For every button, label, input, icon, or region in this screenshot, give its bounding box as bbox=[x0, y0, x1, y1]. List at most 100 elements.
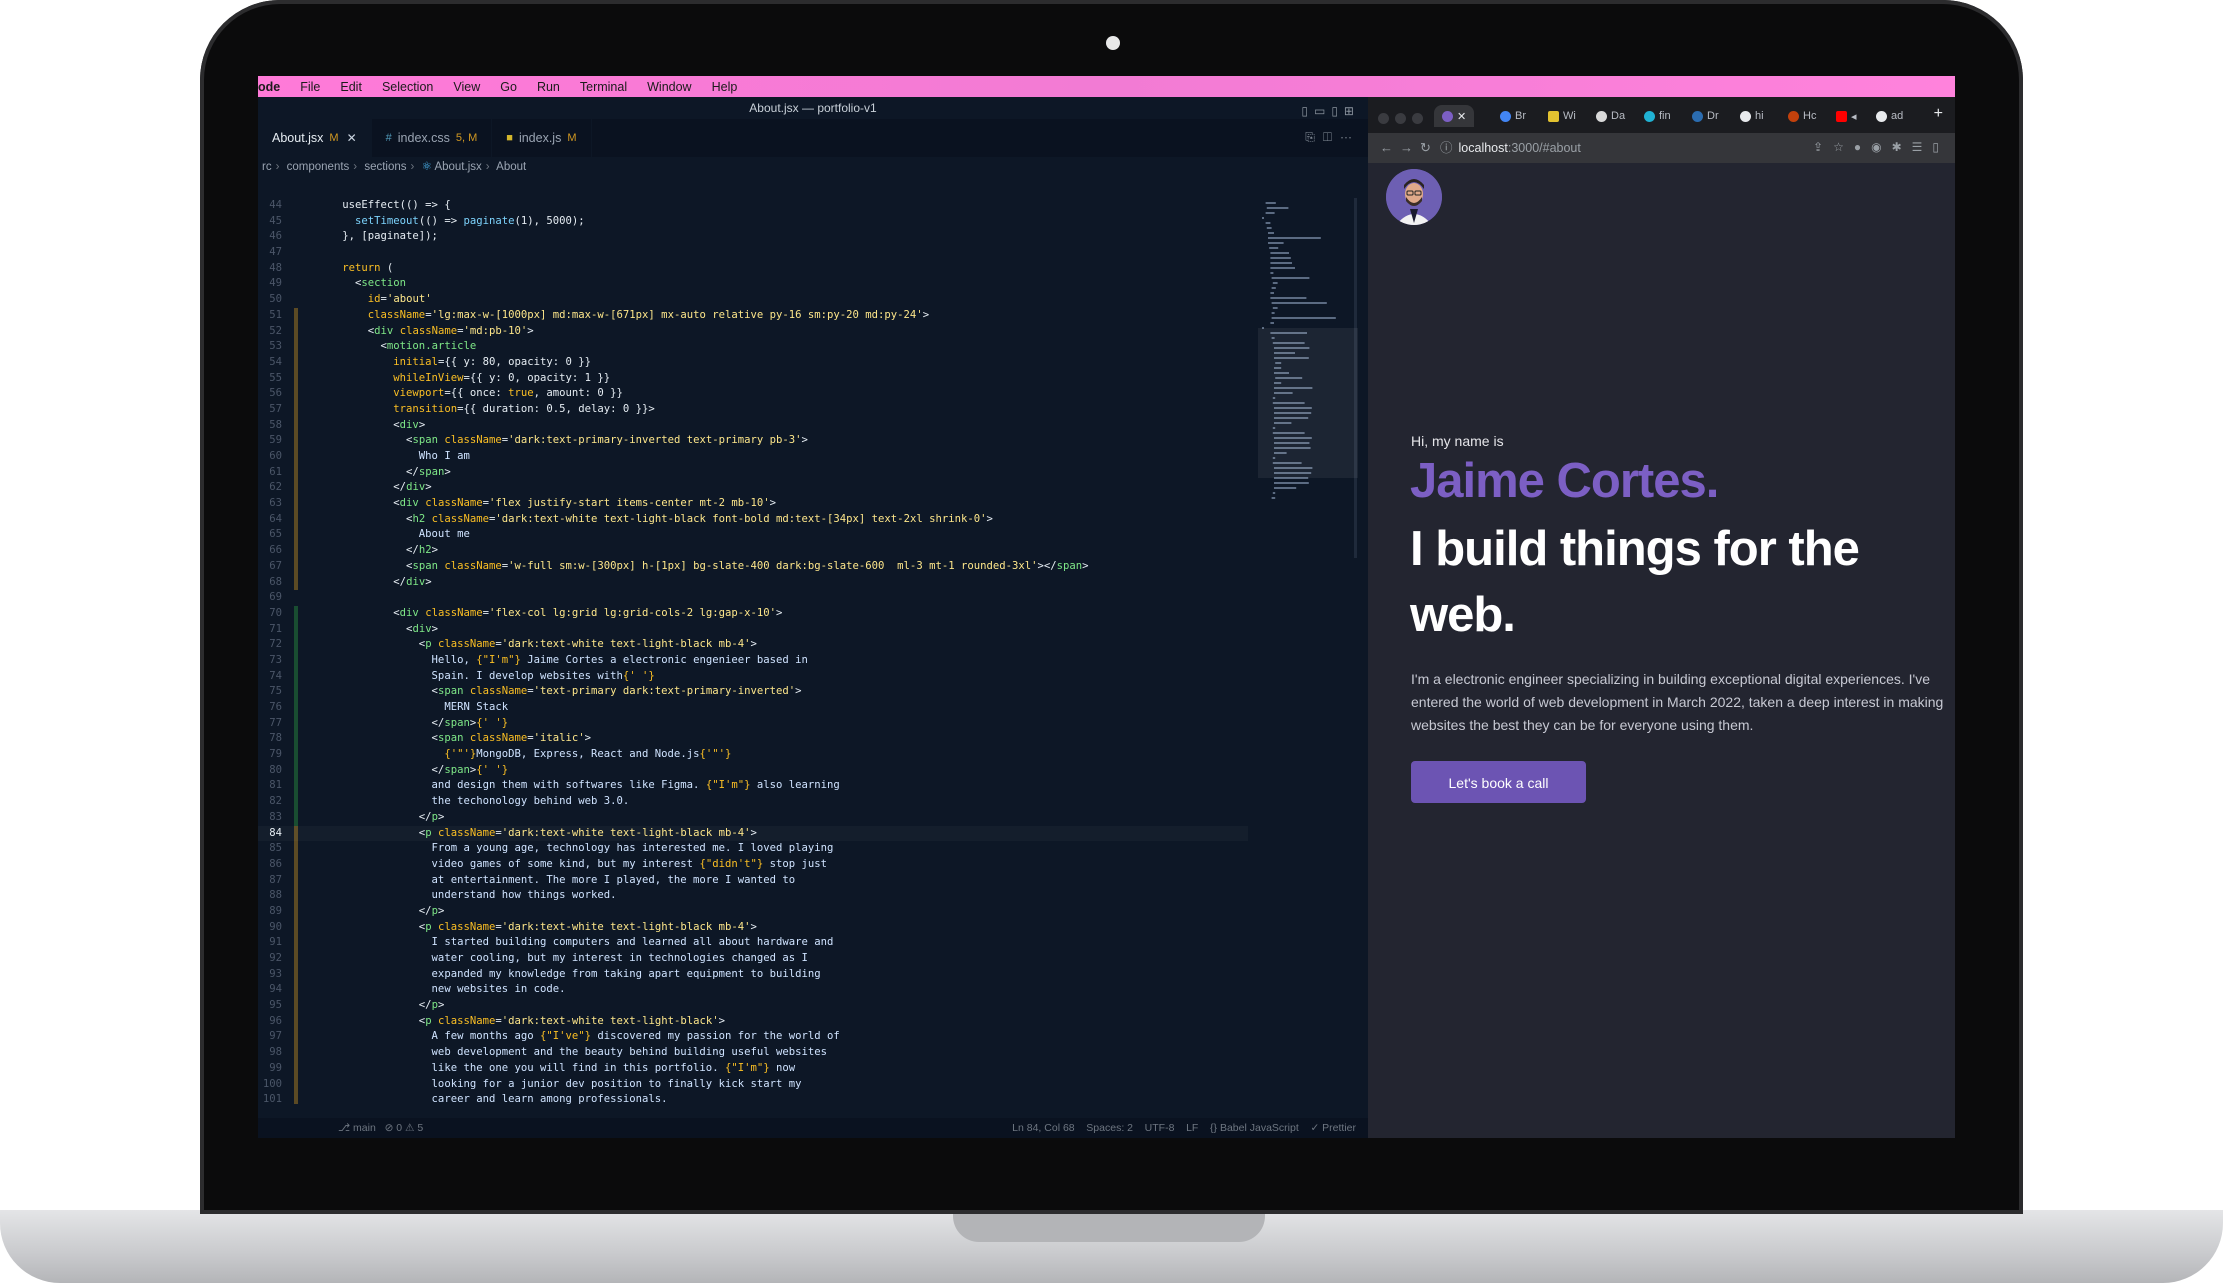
code-line[interactable]: 65 About me bbox=[258, 527, 1248, 544]
code-line[interactable]: 75 < span className ='text-primary dark:te… bbox=[258, 684, 1248, 700]
code-line[interactable]: 53 < motion.article bbox=[258, 339, 1248, 355]
code-line[interactable]: 47 bbox=[258, 245, 1248, 261]
code-line[interactable]: 54 initial ={{ y: 80, opacity: 0 }} bbox=[258, 354, 1248, 371]
code-line[interactable]: 87 at entertainment. The more I played, … bbox=[258, 872, 1248, 889]
menu-edit[interactable]: Edit bbox=[340, 80, 362, 94]
code-line[interactable]: 52 < div className ='md:pb-10' > bbox=[258, 323, 1248, 340]
browser-tab[interactable]: Dr bbox=[1692, 105, 1719, 127]
status-formatter[interactable]: ✓ Prettier bbox=[1310, 1122, 1356, 1134]
browser-tab[interactable]: ◂ bbox=[1836, 105, 1857, 127]
code-line[interactable]: 78 < span className ='italic' > bbox=[258, 731, 1248, 748]
code-line[interactable]: 64 < h2 className ='dark:text-white text-l… bbox=[258, 511, 1248, 528]
menubar-app-name[interactable]: ode bbox=[258, 80, 280, 94]
code-line[interactable]: 88 understand how things worked. bbox=[258, 888, 1248, 904]
code-line[interactable]: 71 < div > bbox=[258, 621, 1248, 638]
tab-index-css[interactable]: # index.css 5, M bbox=[372, 119, 493, 157]
code-line[interactable]: 50 id ='about' bbox=[258, 292, 1248, 308]
status-spaces[interactable]: Spaces: 2 bbox=[1086, 1122, 1133, 1134]
editor-actions[interactable]: ⎘◫⋯ bbox=[1305, 130, 1360, 145]
code-line[interactable]: 98 web development and the beauty behind… bbox=[258, 1045, 1248, 1061]
breadcrumb-item[interactable]: About.jsx bbox=[434, 161, 481, 173]
code-line[interactable]: 46 }, [paginate]); bbox=[258, 229, 1248, 245]
code-line[interactable]: 48 return ( bbox=[258, 261, 1248, 277]
code-line[interactable]: 101 career and learn among professionals… bbox=[258, 1092, 1248, 1104]
code-line[interactable]: 45 setTimeout(() => paginate (1), 5000); bbox=[258, 214, 1248, 230]
book-call-button[interactable]: Let's book a call bbox=[1411, 761, 1586, 803]
breadcrumb-item[interactable]: rc bbox=[262, 161, 272, 173]
code-line[interactable]: 84 < p className ='dark:text-white text-li… bbox=[258, 825, 1248, 842]
code-line[interactable]: 79 {'"'} MongoDB, Express, React and Node… bbox=[258, 747, 1248, 763]
code-line[interactable]: 74 Spain. I develop websites with {' '} bbox=[258, 668, 1248, 685]
code-line[interactable]: 67 < span className ='w-full sm:w-[300px] … bbox=[258, 558, 1248, 575]
menu-view[interactable]: View bbox=[453, 80, 480, 94]
code-line[interactable]: 81 and design them with softwares like F… bbox=[258, 778, 1248, 795]
window-controls[interactable] bbox=[1378, 111, 1429, 129]
code-line[interactable]: 76 MERN Stack bbox=[258, 700, 1248, 716]
browser-tab[interactable]: ad bbox=[1876, 105, 1903, 127]
site-info-icon[interactable]: ⓘ bbox=[1440, 141, 1453, 155]
code-line[interactable]: 77 </span > {' '} bbox=[258, 715, 1248, 732]
code-line[interactable]: 55 whileInView ={{ y: 0, opacity: 1 }} bbox=[258, 370, 1248, 387]
code-line[interactable]: 49 < section bbox=[258, 276, 1248, 292]
code-line[interactable]: 89 </p > bbox=[258, 903, 1248, 920]
menu-window[interactable]: Window bbox=[647, 80, 691, 94]
code-line[interactable]: 63 < div className ='flex justify-start it… bbox=[258, 496, 1248, 512]
code-line[interactable]: 56 viewport ={{ once: true, amount: 0 }} bbox=[258, 386, 1248, 402]
code-line[interactable]: 68 </div > bbox=[258, 574, 1248, 591]
breadcrumb-item[interactable]: components bbox=[287, 161, 350, 173]
code-line[interactable]: 58 < div > bbox=[258, 417, 1248, 434]
breadcrumb-item[interactable]: sections bbox=[364, 161, 406, 173]
address-bar[interactable]: ⓘ localhost:3000/#about bbox=[1440, 138, 1581, 158]
code-line[interactable]: 94 new websites in code. bbox=[258, 982, 1248, 999]
tab-about-jsx[interactable]: About.jsx M ✕ bbox=[258, 119, 372, 157]
code-line[interactable]: 60 Who I am bbox=[258, 449, 1248, 465]
tab-index-js[interactable]: ■ index.js M bbox=[492, 119, 592, 157]
code-line[interactable]: 61 </span > bbox=[258, 464, 1248, 481]
code-line[interactable]: 95 </p > bbox=[258, 998, 1248, 1014]
minimap[interactable] bbox=[1258, 198, 1363, 558]
code-editor[interactable]: 44 useEffect(() => {45 setTimeout(() => … bbox=[258, 198, 1248, 1104]
back-icon[interactable]: ← bbox=[1380, 140, 1393, 155]
code-line[interactable]: 82 the techonology behind web 3.0. bbox=[258, 794, 1248, 810]
browser-tab[interactable]: Hc bbox=[1788, 105, 1816, 127]
code-line[interactable]: 62 </div > bbox=[258, 480, 1248, 497]
browser-tab[interactable]: Br bbox=[1500, 105, 1526, 127]
forward-icon[interactable]: → bbox=[1400, 140, 1413, 155]
browser-tab[interactable]: hi bbox=[1740, 105, 1764, 127]
browser-tab[interactable]: Wi bbox=[1548, 105, 1576, 127]
browser-tab-active[interactable]: ✕ bbox=[1434, 105, 1475, 127]
code-line[interactable]: 92 water cooling, but my interest in tec… bbox=[258, 951, 1248, 967]
browser-tab[interactable]: Da bbox=[1596, 105, 1625, 127]
code-line[interactable]: 73 Hello, {"I'm"} Jaime Cortes a electro… bbox=[258, 652, 1248, 669]
status-encoding[interactable]: UTF-8 bbox=[1145, 1122, 1175, 1134]
status-branch[interactable]: main bbox=[353, 1122, 376, 1134]
code-line[interactable]: 90 < p className ='dark:text-white text-li… bbox=[258, 919, 1248, 936]
status-eol[interactable]: LF bbox=[1186, 1122, 1198, 1134]
code-line[interactable]: 86 video games of some kind, but my inte… bbox=[258, 856, 1248, 873]
code-line[interactable]: 70 < div className ='flex-col lg:grid lg:g… bbox=[258, 605, 1248, 622]
menu-go[interactable]: Go bbox=[500, 80, 517, 94]
code-line[interactable]: 57 transition ={{ duration: 0.5, delay: 0… bbox=[258, 401, 1248, 418]
menu-file[interactable]: File bbox=[300, 80, 320, 94]
code-line[interactable]: 91 I started building computers and lear… bbox=[258, 935, 1248, 951]
code-line[interactable]: 97 A few months ago {"I've"} discovered … bbox=[258, 1029, 1248, 1046]
code-line[interactable]: 85 From a young age, technology has inte… bbox=[258, 841, 1248, 857]
code-line[interactable]: 96 < p className ='dark:text-white text-li… bbox=[258, 1013, 1248, 1030]
close-icon[interactable]: ✕ bbox=[347, 131, 357, 145]
reload-icon[interactable]: ↻ bbox=[1420, 140, 1431, 156]
code-line[interactable]: 83 </p > bbox=[258, 809, 1248, 826]
code-line[interactable]: 93 expanded my knowledge from taking apa… bbox=[258, 966, 1248, 983]
breadcrumb-item[interactable]: About bbox=[496, 161, 526, 173]
menu-help[interactable]: Help bbox=[712, 80, 738, 94]
code-line[interactable]: 100 looking for a junior dev position to… bbox=[258, 1076, 1248, 1093]
code-line[interactable]: 44 useEffect(() => { bbox=[258, 198, 1248, 214]
code-line[interactable]: 66 </h2 > bbox=[258, 543, 1248, 559]
new-tab-icon[interactable]: + bbox=[1934, 105, 1943, 123]
menu-terminal[interactable]: Terminal bbox=[580, 80, 627, 94]
menu-run[interactable]: Run bbox=[537, 80, 560, 94]
avatar[interactable] bbox=[1386, 169, 1442, 225]
menu-selection[interactable]: Selection bbox=[382, 80, 433, 94]
code-line[interactable]: 59 < span className ='dark:text-primary-in… bbox=[258, 433, 1248, 449]
close-icon[interactable]: ✕ bbox=[1457, 110, 1466, 123]
status-position[interactable]: Ln 84, Col 68 bbox=[1012, 1122, 1074, 1134]
